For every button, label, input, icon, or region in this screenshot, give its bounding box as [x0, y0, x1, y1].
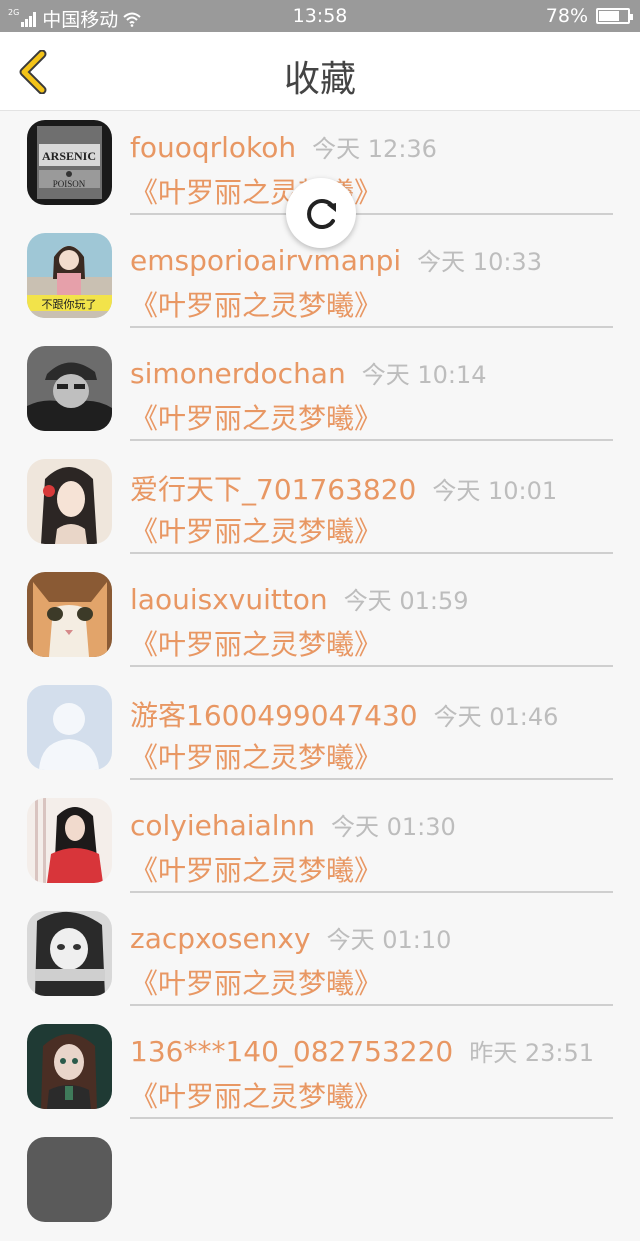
- refresh-button[interactable]: [286, 178, 356, 248]
- timestamp: 今天 01:30: [331, 813, 456, 841]
- status-right: 78%: [545, 5, 633, 27]
- avatar: ARSENIC POISON: [27, 120, 112, 205]
- item-meta: laouisxvuitton 今天 01:59: [130, 581, 468, 616]
- item-meta: emsporioairvmanpi 今天 10:33: [130, 242, 542, 277]
- list-item[interactable]: [0, 1128, 640, 1241]
- work-title[interactable]: 《叶罗丽之灵梦曦》: [130, 510, 382, 550]
- timestamp: 昨天 23:51: [469, 1039, 595, 1067]
- list-item[interactable]: laouisxvuitton 今天 01:59 《叶罗丽之灵梦曦》: [0, 563, 640, 676]
- battery-percent: 78%: [545, 5, 588, 27]
- page-title: 收藏: [283, 59, 356, 100]
- timestamp: 今天 12:36: [312, 135, 437, 163]
- username: simonerdochan: [130, 357, 346, 390]
- timestamp: 今天 01:46: [433, 703, 559, 731]
- item-meta: simonerdochan 今天 10:14: [130, 355, 487, 390]
- divider: [130, 213, 613, 215]
- item-meta: 爱行天下_701763820 今天 10:01: [130, 468, 557, 508]
- nav-header: 收藏: [0, 32, 640, 111]
- username: zacpxosenxy: [130, 922, 311, 955]
- work-title[interactable]: 《叶罗丽之灵梦曦》: [130, 962, 382, 1002]
- username: 爱行天下_701763820: [130, 473, 417, 506]
- divider: [130, 778, 613, 780]
- avatar: [27, 798, 112, 883]
- work-title[interactable]: 《叶罗丽之灵梦曦》: [130, 284, 382, 324]
- timestamp: 今天 10:14: [361, 361, 487, 389]
- list-item[interactable]: 游客1600499047430 今天 01:46 《叶罗丽之灵梦曦》: [0, 676, 640, 789]
- username: 游客1600499047430: [130, 699, 418, 732]
- work-title[interactable]: 《叶罗丽之灵梦曦》: [130, 849, 382, 889]
- username: colyiehaialnn: [130, 809, 315, 842]
- work-title[interactable]: 《叶罗丽之灵梦曦》: [130, 397, 382, 437]
- item-meta: colyiehaialnn 今天 01:30: [130, 807, 456, 842]
- item-meta: fouoqrlokoh 今天 12:36: [130, 129, 437, 164]
- status-time: 13:58: [292, 5, 348, 27]
- timestamp: 今天 10:33: [417, 248, 542, 276]
- avatar: [27, 459, 112, 544]
- item-meta: 136***140_082753220 昨天 23:51: [130, 1033, 594, 1068]
- list-item[interactable]: zacpxosenxy 今天 01:10 《叶罗丽之灵梦曦》: [0, 902, 640, 1015]
- divider: [130, 1117, 613, 1119]
- username: laouisxvuitton: [130, 583, 328, 616]
- avatar-caption: 不跟你玩了: [42, 298, 97, 311]
- avatar: [27, 346, 112, 431]
- list-item[interactable]: 爱行天下_701763820 今天 10:01 《叶罗丽之灵梦曦》: [0, 450, 640, 563]
- avatar: [27, 572, 112, 657]
- timestamp: 今天 10:01: [432, 477, 558, 505]
- avatar: [27, 1024, 112, 1109]
- status-bar: 2G 中国移动 13:58 78%: [0, 0, 640, 32]
- work-title[interactable]: 《叶罗丽之灵梦曦》: [130, 623, 382, 663]
- arsenic-label: ARSENIC: [42, 149, 96, 163]
- list-item[interactable]: 136***140_082753220 昨天 23:51 《叶罗丽之灵梦曦》: [0, 1015, 640, 1128]
- poison-label: POISON: [53, 179, 86, 189]
- timestamp: 今天 01:10: [326, 926, 452, 954]
- battery-icon: [596, 8, 633, 24]
- avatar: [27, 1137, 112, 1222]
- avatar: 不跟你玩了: [27, 233, 112, 318]
- divider: [130, 552, 613, 554]
- divider: [130, 326, 613, 328]
- divider: [130, 891, 613, 893]
- divider: [130, 1004, 613, 1006]
- work-title[interactable]: 《叶罗丽之灵梦曦》: [130, 1075, 382, 1115]
- avatar: [27, 685, 112, 770]
- username: 136***140_082753220: [130, 1035, 454, 1068]
- favorites-list: ARSENIC POISON fouoqrlokoh 今天 12:36 《叶罗丽之…: [0, 111, 640, 1241]
- list-item[interactable]: simonerdochan 今天 10:14 《叶罗丽之灵梦曦》: [0, 337, 640, 450]
- list-item[interactable]: colyiehaialnn 今天 01:30 《叶罗丽之灵梦曦》: [0, 789, 640, 902]
- refresh-icon: [307, 199, 336, 229]
- timestamp: 今天 01:59: [343, 587, 469, 615]
- divider: [130, 439, 613, 441]
- username: emsporioairvmanpi: [130, 244, 402, 277]
- item-meta: 游客1600499047430 今天 01:46: [130, 694, 558, 734]
- item-meta: zacpxosenxy 今天 01:10: [130, 920, 451, 955]
- avatar: [27, 911, 112, 996]
- username: fouoqrlokoh: [130, 131, 297, 164]
- divider: [130, 665, 613, 667]
- work-title[interactable]: 《叶罗丽之灵梦曦》: [130, 736, 382, 776]
